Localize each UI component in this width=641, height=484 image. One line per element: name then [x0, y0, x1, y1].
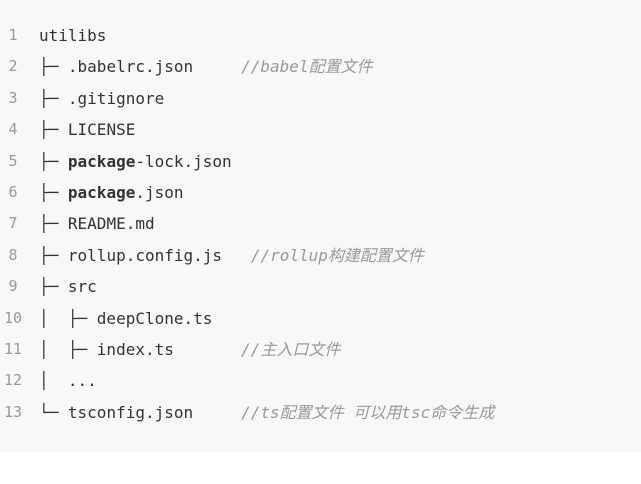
line-number: 2	[8, 57, 18, 76]
line-number: 13	[3, 402, 23, 421]
line-number: 3	[8, 88, 18, 107]
tree-branch: │ ├─	[39, 339, 97, 359]
file-name: LICENSE	[67, 120, 136, 140]
code-line: 6 ├─ package.json	[0, 177, 641, 208]
code-line: 5 ├─ package-lock.json	[0, 146, 641, 177]
tree-branch: ├─	[39, 120, 68, 140]
code-line: 8 ├─ rollup.config.js //rollup构建配置文件	[0, 240, 641, 271]
code-line: 9 ├─ src	[0, 271, 641, 302]
code-line: 2 ├─ .babelrc.json //babel配置文件	[0, 51, 641, 82]
code-content: └─ tsconfig.json //ts配置文件 可以用tsc命令生成	[39, 397, 494, 428]
code-line: 12 │ ...	[0, 365, 641, 396]
file-name: ...	[67, 371, 97, 391]
line-number: 6	[8, 182, 18, 201]
keyword: package	[67, 151, 136, 171]
file-name: tsconfig.json	[67, 402, 194, 422]
tree-branch: ├─	[39, 57, 68, 77]
code-content: ├─ package.json	[39, 177, 184, 208]
file-name: .babelrc.json	[67, 57, 194, 77]
code-content: ├─ package-lock.json	[39, 146, 232, 177]
tree-branch: ├─	[39, 151, 68, 171]
code-content: ├─ .gitignore	[39, 83, 164, 114]
file-name: deepClone.ts	[96, 308, 213, 328]
code-line: 13 └─ tsconfig.json //ts配置文件 可以用tsc命令生成	[0, 397, 641, 428]
tree-branch: ├─	[39, 182, 68, 202]
code-content: ├─ .babelrc.json //babel配置文件	[39, 51, 373, 82]
code-content: ├─ README.md	[39, 208, 155, 239]
file-name: src	[67, 277, 97, 297]
code-comment: //babel配置文件	[241, 57, 373, 77]
file-name: README.md	[67, 214, 155, 234]
code-content: │ ├─ deepClone.ts	[39, 303, 212, 334]
line-number: 4	[8, 120, 18, 139]
line-number: 11	[3, 339, 23, 358]
line-number: 9	[8, 277, 18, 296]
file-name: index.ts	[96, 339, 174, 359]
file-name: utilibs	[39, 26, 107, 45]
code-content: utilibs	[39, 20, 106, 51]
line-number: 5	[8, 151, 18, 170]
line-number: 1	[8, 26, 18, 44]
code-line: 1 utilibs	[0, 20, 641, 51]
tree-branch: │	[39, 371, 68, 391]
keyword: package	[67, 182, 136, 202]
code-content: ├─ rollup.config.js //rollup构建配置文件	[39, 240, 424, 271]
line-number: 10	[3, 308, 23, 327]
code-line: 4 ├─ LICENSE	[0, 114, 641, 145]
tree-branch: │ ├─	[39, 308, 97, 328]
code-line: 10 │ ├─ deepClone.ts	[0, 303, 641, 334]
tree-branch: ├─	[39, 214, 68, 234]
code-line: 3 ├─ .gitignore	[0, 83, 641, 114]
code-comment: //主入口文件	[241, 339, 341, 359]
code-line: 7 ├─ README.md	[0, 208, 641, 239]
tree-branch: ├─	[39, 88, 68, 108]
tree-branch: └─	[39, 402, 68, 422]
code-comment: //ts配置文件 可以用tsc命令生成	[241, 402, 495, 422]
line-number: 8	[8, 245, 18, 264]
file-name: .gitignore	[67, 88, 165, 108]
file-name: rollup.config.js	[67, 245, 223, 265]
code-block: 1 utilibs 2 ├─ .babelrc.json //babel配置文件 3 ├─ …	[0, 0, 641, 452]
code-content: │ ...	[39, 365, 97, 396]
code-content: │ ├─ index.ts //主入口文件	[39, 334, 340, 365]
file-name: .json	[135, 182, 184, 202]
file-name: -lock.json	[135, 151, 232, 171]
line-number: 12	[3, 371, 23, 390]
code-content: ├─ LICENSE	[39, 114, 135, 145]
tree-branch: ├─	[39, 277, 68, 297]
code-comment: //rollup构建配置文件	[250, 245, 424, 265]
line-number: 7	[8, 214, 18, 233]
code-line: 11 │ ├─ index.ts //主入口文件	[0, 334, 641, 365]
tree-branch: ├─	[39, 245, 68, 265]
code-content: ├─ src	[39, 271, 97, 302]
